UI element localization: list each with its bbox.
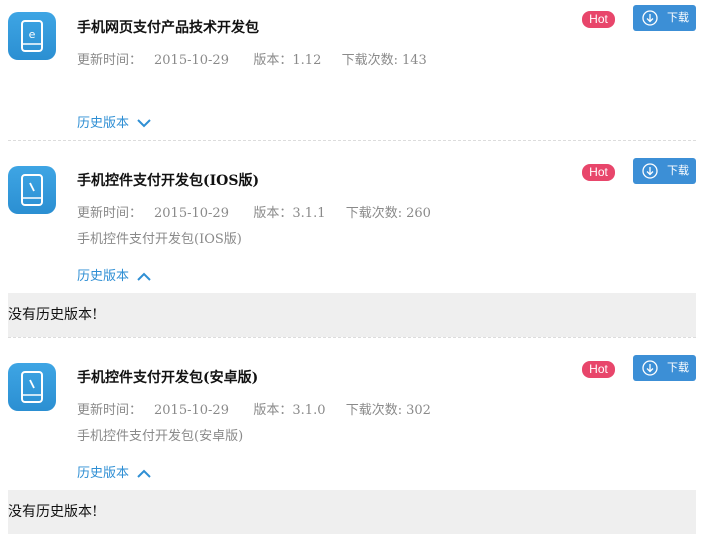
updated-value: 2015-10-29 — [154, 403, 229, 418]
updated-label: 更新时间： — [77, 206, 143, 221]
item-title[interactable]: 手机控件支付开发包(IOS版) — [77, 170, 259, 190]
history-label: 历史版本 — [77, 116, 130, 131]
chevron-down-icon — [137, 119, 151, 128]
download-icon — [642, 360, 658, 376]
updated-value: 2015-10-29 — [154, 206, 229, 221]
download-button[interactable]: 下载 — [633, 355, 696, 381]
updated-label: 更新时间： — [77, 403, 143, 418]
downloads-value: 143 — [402, 53, 427, 68]
downloads-label: 下载次数: — [345, 403, 403, 418]
download-label: 下载 — [667, 12, 689, 24]
version-label: 版本： — [253, 206, 293, 221]
item-description: 手机控件支付开发包(IOS版) — [77, 232, 242, 247]
download-button[interactable]: 下载 — [633, 5, 696, 31]
item-meta: 更新时间： 2015-10-29 版本：1.12 下载次数: 143 — [77, 49, 439, 68]
version-label: 版本： — [253, 53, 293, 68]
version-value: 3.1.0 — [292, 403, 326, 418]
history-label: 历史版本 — [77, 466, 130, 481]
downloads-label: 下载次数: — [345, 206, 403, 221]
downloads-value: 260 — [406, 206, 431, 221]
version-label: 版本： — [253, 403, 293, 418]
hot-badge: Hot — [582, 361, 615, 378]
download-icon — [642, 10, 658, 26]
download-icon — [642, 163, 658, 179]
phone-icon — [8, 363, 56, 411]
web-phone-icon: e — [8, 12, 56, 60]
item-divider — [8, 140, 696, 141]
version-value: 1.12 — [292, 53, 322, 68]
downloads-value: 302 — [406, 403, 431, 418]
item-title[interactable]: 手机网页支付产品技术开发包 — [77, 17, 259, 37]
no-history-panel: 没有历史版本! — [8, 490, 696, 534]
item-meta: 更新时间： 2015-10-29 版本：3.1.0 下载次数: 302 — [77, 399, 443, 418]
history-toggle[interactable]: 历史版本 — [77, 462, 151, 481]
phone-icon — [8, 166, 56, 214]
history-label: 历史版本 — [77, 269, 130, 284]
item-description: 手机控件支付开发包(安卓版) — [77, 429, 244, 444]
no-history-panel: 没有历史版本! — [8, 293, 696, 337]
download-button[interactable]: 下载 — [633, 158, 696, 184]
item-divider — [8, 337, 696, 338]
download-label: 下载 — [667, 165, 689, 177]
svg-text:e: e — [29, 28, 36, 41]
item-meta: 更新时间： 2015-10-29 版本：3.1.1 下载次数: 260 — [77, 202, 443, 221]
hot-badge: Hot — [582, 164, 615, 181]
item-title[interactable]: 手机控件支付开发包(安卓版) — [77, 367, 258, 387]
chevron-up-icon — [137, 469, 151, 478]
downloads-label: 下载次数: — [341, 53, 398, 68]
version-value: 3.1.1 — [292, 206, 326, 221]
history-toggle[interactable]: 历史版本 — [77, 112, 151, 131]
updated-value: 2015-10-29 — [154, 53, 229, 68]
updated-label: 更新时间： — [77, 53, 143, 68]
download-label: 下载 — [667, 362, 689, 374]
history-toggle[interactable]: 历史版本 — [77, 265, 151, 284]
chevron-up-icon — [137, 272, 151, 281]
hot-badge: Hot — [582, 11, 615, 28]
